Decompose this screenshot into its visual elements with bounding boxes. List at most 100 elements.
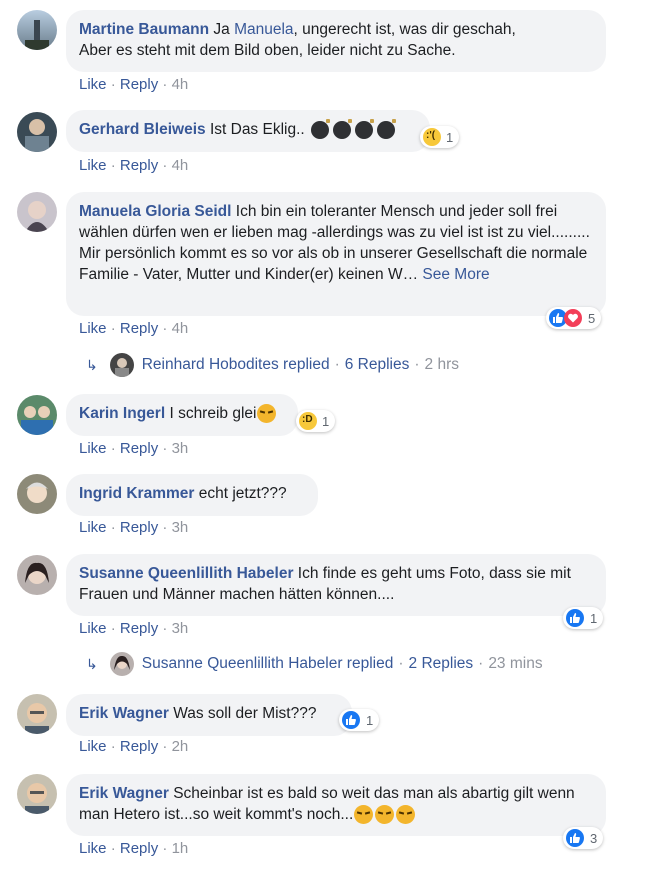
reaction-summary[interactable]: :D 1 [296, 410, 336, 432]
avatar[interactable] [17, 10, 57, 50]
timestamp: 2 hrs [424, 356, 460, 373]
separator: · [162, 738, 168, 755]
timestamp[interactable]: 4h [172, 76, 189, 93]
separator: · [162, 620, 168, 637]
comment-text: , ungerecht ist, was dir geschah, [293, 21, 516, 38]
avatar[interactable] [17, 112, 57, 152]
reply-button[interactable]: Reply [120, 738, 158, 755]
like-button[interactable]: Like [79, 157, 107, 174]
like-reaction-icon [566, 609, 584, 627]
sad-emoji-icon: :'( [423, 128, 441, 146]
avatar[interactable] [17, 474, 57, 514]
separator: · [478, 655, 484, 672]
comment-author[interactable]: Manuela Gloria Seidl [79, 203, 231, 220]
comment-actions: Like · Reply · 2h [79, 738, 188, 755]
reaction-count: 1 [446, 129, 454, 145]
angry-emoji-icon [257, 404, 277, 424]
separator: · [110, 519, 116, 536]
reply-button[interactable]: Reply [120, 840, 158, 857]
timestamp[interactable]: 2h [172, 738, 189, 755]
separator: · [110, 320, 116, 337]
timestamp[interactable]: 4h [172, 157, 189, 174]
reaction-summary[interactable]: 5 [546, 307, 602, 329]
separator: · [110, 157, 116, 174]
comment-bubble: Erik Wagner Was soll der Mist??? [66, 694, 352, 736]
mention-link[interactable]: Manuela [234, 21, 293, 38]
replied-by[interactable]: Reinhard Hobodites replied [142, 356, 330, 374]
timestamp[interactable]: 3h [172, 440, 189, 457]
avatar[interactable] [17, 694, 57, 734]
like-button[interactable]: Like [79, 738, 107, 755]
comment-bubble: Karin Ingerl I schreib glei [66, 394, 298, 436]
separator: · [110, 440, 116, 457]
comment-author[interactable]: Martine Baumann [79, 21, 209, 38]
reaction-count: 1 [322, 413, 330, 429]
separator: · [162, 840, 168, 857]
reply-button[interactable]: Reply [120, 519, 158, 536]
like-button[interactable]: Like [79, 840, 107, 857]
comment-author[interactable]: Susanne Queenlillith Habeler [79, 565, 293, 582]
avatar[interactable] [17, 395, 57, 435]
avatar[interactable] [17, 774, 57, 814]
love-reaction-icon [564, 309, 582, 327]
comment-author[interactable]: Gerhard Bleiweis [79, 121, 206, 138]
separator: · [110, 620, 116, 637]
bomb-emoji-icon [333, 118, 353, 139]
reaction-count: 3 [590, 830, 598, 846]
reaction-summary[interactable]: 3 [563, 827, 604, 849]
comment-bubble: Erik Wagner Scheinbar ist es bald so wei… [66, 774, 606, 836]
separator: · [162, 519, 168, 536]
replies-count[interactable]: 2 Replies [409, 655, 474, 673]
reply-button[interactable]: Reply [120, 76, 158, 93]
reply-button[interactable]: Reply [120, 620, 158, 637]
bomb-emoji-icon [377, 118, 397, 139]
see-more-link[interactable]: See More [422, 266, 489, 283]
separator: · [110, 840, 116, 857]
timestamp[interactable]: 3h [172, 519, 189, 536]
reaction-summary[interactable]: :'( 1 [420, 126, 460, 148]
replies-row[interactable]: ↳ Reinhard Hobodites replied · 6 Replies… [86, 353, 459, 377]
like-button[interactable]: Like [79, 519, 107, 536]
replies-count[interactable]: 6 Replies [345, 356, 410, 374]
like-button[interactable]: Like [79, 76, 107, 93]
separator: · [162, 76, 168, 93]
comment-bubble: Susanne Queenlillith Habeler Ich finde e… [66, 554, 606, 616]
bomb-emoji-icon [355, 118, 375, 139]
timestamp: 23 mins [488, 655, 543, 672]
timestamp[interactable]: 1h [172, 840, 189, 857]
separator: · [110, 76, 116, 93]
comment-actions: Like · Reply · 1h [79, 840, 188, 857]
like-button[interactable]: Like [79, 320, 107, 337]
replied-by[interactable]: Susanne Queenlillith Habeler replied [142, 655, 394, 673]
separator: · [414, 356, 420, 373]
avatar[interactable] [17, 192, 57, 232]
reply-button[interactable]: Reply [120, 157, 158, 174]
separator: · [162, 440, 168, 457]
reply-button[interactable]: Reply [120, 440, 158, 457]
like-button[interactable]: Like [79, 620, 107, 637]
like-reaction-icon [566, 829, 584, 847]
reaction-summary[interactable]: 1 [563, 607, 604, 629]
angry-emoji-icon [396, 805, 416, 825]
avatar [109, 353, 134, 377]
timestamp[interactable]: 3h [172, 620, 189, 637]
comment-text: Ja [213, 21, 235, 38]
comment-actions: Like · Reply · 3h [79, 519, 188, 536]
reaction-count: 1 [366, 712, 374, 728]
replies-row[interactable]: ↳ Susanne Queenlillith Habeler replied ·… [86, 652, 543, 676]
separator: · [334, 356, 340, 373]
comment-actions: Like · Reply · 4h [79, 157, 188, 174]
reaction-count: 5 [588, 310, 596, 326]
comment-author[interactable]: Erik Wagner [79, 785, 169, 802]
reaction-summary[interactable]: 1 [339, 709, 380, 731]
like-button[interactable]: Like [79, 440, 107, 457]
comment-author[interactable]: Erik Wagner [79, 705, 169, 722]
separator: · [162, 320, 168, 337]
reply-button[interactable]: Reply [120, 320, 158, 337]
avatar[interactable] [17, 555, 57, 595]
comment-text: Aber es steht mit dem Bild oben, leider … [79, 42, 456, 59]
comment-author[interactable]: Ingrid Krammer [79, 485, 194, 502]
comment-author[interactable]: Karin Ingerl [79, 405, 165, 422]
angry-emoji-icon [375, 805, 395, 825]
timestamp[interactable]: 4h [172, 320, 189, 337]
